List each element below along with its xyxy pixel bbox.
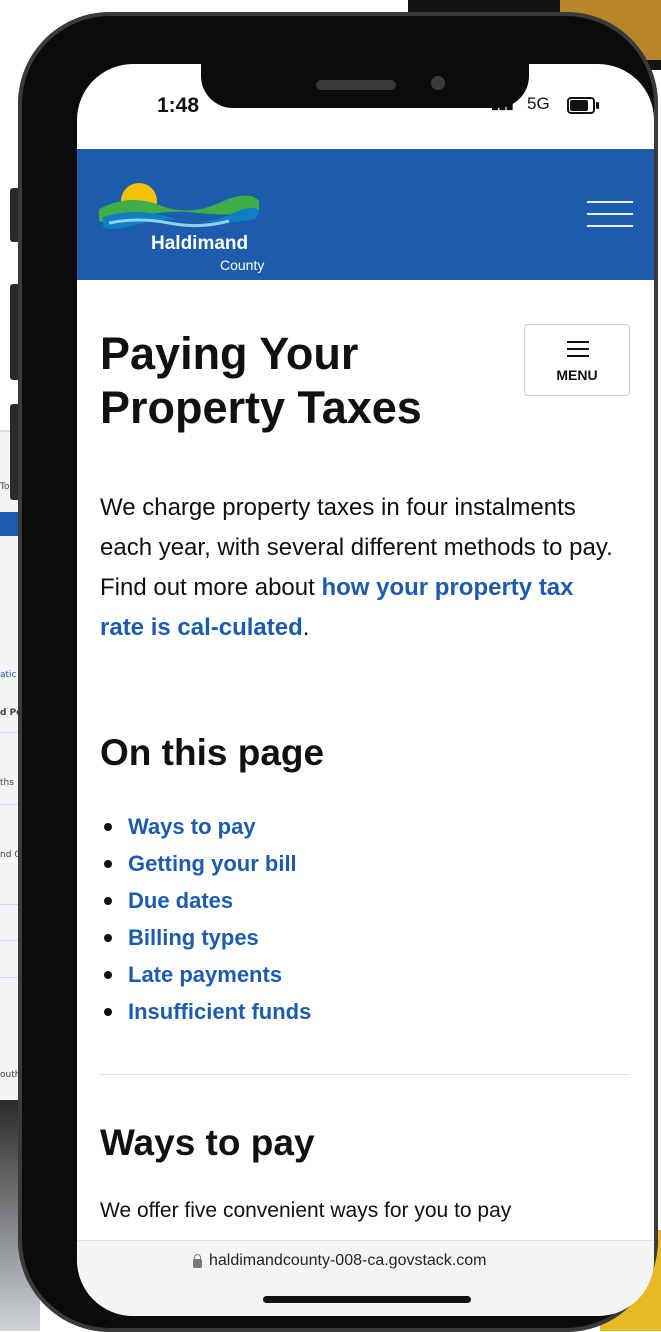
bullet-icon	[104, 823, 112, 831]
speaker-grille	[316, 80, 396, 90]
toc-link[interactable]: Due dates	[128, 888, 233, 913]
laptop-snippet: To	[0, 482, 10, 492]
toc-item-due-dates[interactable]: Due dates	[100, 886, 311, 923]
page-title: Paying Your Property Taxes	[100, 328, 422, 433]
bullet-icon	[104, 971, 112, 979]
bullet-icon	[104, 934, 112, 942]
toc-item-getting-your-bill[interactable]: Getting your bill	[100, 849, 311, 886]
toc-item-billing-types[interactable]: Billing types	[100, 923, 311, 960]
bullet-icon	[104, 897, 112, 905]
haldimand-logo[interactable]: Haldimand County	[99, 165, 279, 273]
menu-icon-line	[567, 341, 589, 343]
intro-paragraph: We charge property taxes in four instalm…	[100, 488, 620, 648]
lock-icon	[193, 1254, 202, 1268]
bullet-icon	[104, 860, 112, 868]
logo-name: Haldimand	[151, 233, 249, 254]
status-time: 1:48	[157, 94, 200, 117]
logo-sub: County	[220, 257, 265, 273]
section-divider	[100, 1074, 630, 1075]
hamburger-menu-icon[interactable]	[587, 201, 633, 231]
menu-icon-line	[567, 355, 589, 357]
url-text: haldimandcounty-008-ca.govstack.com	[209, 1252, 487, 1269]
network-type: 5G	[527, 94, 550, 113]
laptop-snippet: atic	[0, 670, 17, 680]
site-header: Haldimand County	[77, 149, 654, 280]
on-this-page-heading: On this page	[100, 732, 325, 773]
menu-icon-line	[567, 348, 589, 350]
toc-link[interactable]: Late payments	[128, 962, 282, 987]
toc-item-late-payments[interactable]: Late payments	[100, 960, 311, 997]
toc-item-insufficient-funds[interactable]: Insufficient funds	[100, 997, 311, 1034]
home-indicator[interactable]	[263, 1296, 471, 1303]
bullet-icon	[104, 1008, 112, 1016]
front-camera	[431, 76, 445, 90]
browser-address-bar[interactable]: haldimandcounty-008-ca.govstack.com	[77, 1240, 654, 1316]
toc-item-ways-to-pay[interactable]: Ways to pay	[100, 812, 311, 849]
intro-end: .	[302, 614, 310, 641]
menu-button[interactable]: MENU	[524, 324, 630, 396]
ways-to-pay-text: We offer five convenient ways for you to…	[100, 1199, 512, 1222]
battery-icon	[567, 97, 599, 114]
menu-label: MENU	[556, 367, 598, 383]
phone-frame: 1:48 ▮▮▮ 5G Haldimand County Paying Your…	[18, 12, 658, 1332]
table-of-contents: Ways to pay Getting your bill Due dates …	[100, 812, 311, 1034]
phone-notch	[201, 64, 529, 108]
ways-to-pay-heading: Ways to pay	[100, 1122, 315, 1163]
laptop-snippet: ths	[0, 778, 14, 788]
toc-link[interactable]: Getting your bill	[128, 851, 297, 876]
phone-screen: 1:48 ▮▮▮ 5G Haldimand County Paying Your…	[77, 64, 654, 1316]
toc-link[interactable]: Insufficient funds	[128, 999, 311, 1024]
toc-link[interactable]: Billing types	[128, 925, 259, 950]
toc-link[interactable]: Ways to pay	[128, 814, 256, 839]
